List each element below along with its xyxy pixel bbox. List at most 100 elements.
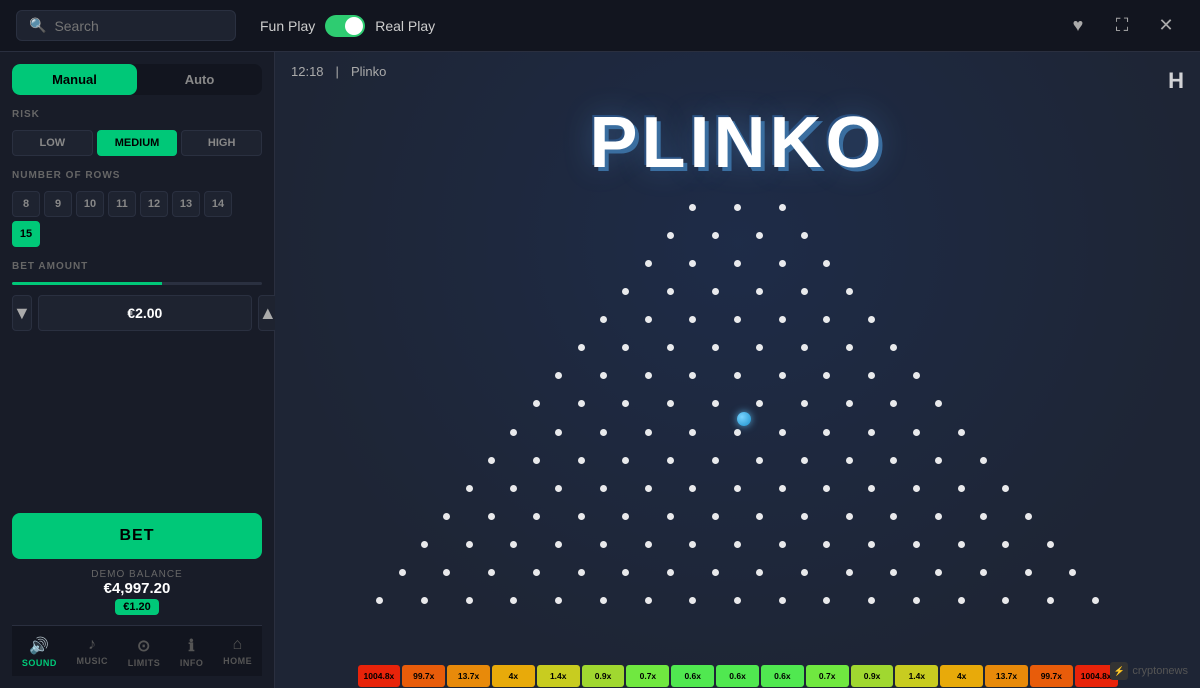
risk-medium[interactable]: MEDIUM (97, 130, 178, 156)
peg (578, 513, 585, 520)
mode-toggle-switch[interactable] (325, 15, 365, 37)
demo-balance-amount: €4,997.20 (12, 580, 262, 597)
header-actions: ♥ ⛶ ✕ (1060, 8, 1184, 44)
demo-balance-label: DEMO BALANCE (12, 569, 262, 580)
peg (935, 569, 942, 576)
row-9[interactable]: 9 (44, 191, 72, 217)
row-buttons: 8 9 10 11 12 13 14 15 (12, 191, 262, 247)
peg (510, 485, 517, 492)
row-13[interactable]: 13 (172, 191, 200, 217)
search-input[interactable] (54, 18, 223, 34)
peg (823, 597, 830, 604)
peg (667, 344, 674, 351)
close-button[interactable]: ✕ (1148, 8, 1184, 44)
peg (1002, 485, 1009, 492)
peg (734, 541, 741, 548)
peg (846, 457, 853, 464)
peg (913, 429, 920, 436)
mult-slot-11: 0.9x (851, 665, 894, 687)
peg (958, 429, 965, 436)
peg (779, 316, 786, 323)
peg (510, 597, 517, 604)
game-logo: H (1168, 68, 1184, 94)
bottom-nav: 🔊 SOUND ♪ MUSIC ⊙ LIMITS ℹ INFO ⌂ HOME (12, 625, 262, 676)
bet-button[interactable]: BET (12, 513, 262, 559)
peg (555, 597, 562, 604)
peg (756, 569, 763, 576)
nav-limits-label: LIMITS (128, 658, 161, 668)
risk-low[interactable]: LOW (12, 130, 93, 156)
favorite-button[interactable]: ♥ (1060, 8, 1096, 44)
peg (756, 513, 763, 520)
nav-music[interactable]: ♪ MUSIC (69, 632, 117, 672)
demo-balance: DEMO BALANCE €4,997.20 €1.20 (12, 569, 262, 615)
peg (913, 541, 920, 548)
tab-auto[interactable]: Auto (137, 64, 262, 95)
row-12[interactable]: 12 (140, 191, 168, 217)
mult-slot-9: 0.6x (761, 665, 804, 687)
tab-manual[interactable]: Manual (12, 64, 137, 95)
nav-home-label: HOME (223, 656, 252, 666)
risk-high[interactable]: HIGH (181, 130, 262, 156)
plinko-ball (737, 412, 751, 426)
game-area: 12:18 | Plinko PLINKO H 1004.8x99.7x13.7… (275, 52, 1200, 688)
peg (756, 400, 763, 407)
peg (578, 344, 585, 351)
peg (555, 372, 562, 379)
peg (555, 541, 562, 548)
peg (935, 400, 942, 407)
peg (846, 513, 853, 520)
peg (1025, 569, 1032, 576)
mult-slot-3: 4x (492, 665, 535, 687)
plinko-title: PLINKO (589, 102, 885, 184)
bet-amount-input[interactable] (38, 295, 252, 331)
peg (756, 232, 763, 239)
peg (935, 457, 942, 464)
row-8[interactable]: 8 (12, 191, 40, 217)
peg (756, 288, 763, 295)
peg (1069, 569, 1076, 576)
multiplier-row: 1004.8x99.7x13.7x4x1.4x0.9x0.7x0.6x0.6x0… (358, 665, 1118, 687)
nav-limits[interactable]: ⊙ LIMITS (120, 632, 169, 672)
row-15[interactable]: 15 (12, 221, 40, 247)
peg (645, 316, 652, 323)
fullscreen-button[interactable]: ⛶ (1104, 8, 1140, 44)
game-separator: | (336, 64, 339, 79)
peg (868, 372, 875, 379)
peg (689, 204, 696, 211)
row-14[interactable]: 14 (204, 191, 232, 217)
peg (533, 400, 540, 407)
peg (756, 457, 763, 464)
peg (890, 569, 897, 576)
row-10[interactable]: 10 (76, 191, 104, 217)
peg (868, 429, 875, 436)
peg (801, 344, 808, 351)
nav-info[interactable]: ℹ INFO (172, 632, 212, 672)
peg (443, 569, 450, 576)
peg (734, 429, 741, 436)
peg (421, 597, 428, 604)
mult-slot-4: 1.4x (537, 665, 580, 687)
peg (868, 485, 875, 492)
search-box[interactable]: 🔍 (16, 10, 236, 41)
peg (689, 485, 696, 492)
nav-home[interactable]: ⌂ HOME (215, 632, 260, 672)
fun-play-label: Fun Play (260, 18, 315, 34)
risk-label: RISK (12, 109, 262, 120)
peg (779, 204, 786, 211)
mult-slot-7: 0.6x (671, 665, 714, 687)
cryptonews-text: cryptonews (1132, 665, 1188, 677)
peg (622, 288, 629, 295)
header: 🔍 Fun Play Real Play ♥ ⛶ ✕ (0, 0, 1200, 52)
bet-decrease-button[interactable]: ▼ (12, 295, 32, 331)
mult-slot-1: 99.7x (402, 665, 445, 687)
peg (421, 541, 428, 548)
peg (823, 485, 830, 492)
peg (734, 597, 741, 604)
peg (958, 485, 965, 492)
peg (645, 597, 652, 604)
peg (712, 288, 719, 295)
nav-sound[interactable]: 🔊 SOUND (14, 632, 65, 672)
row-11[interactable]: 11 (108, 191, 136, 217)
peg (622, 400, 629, 407)
